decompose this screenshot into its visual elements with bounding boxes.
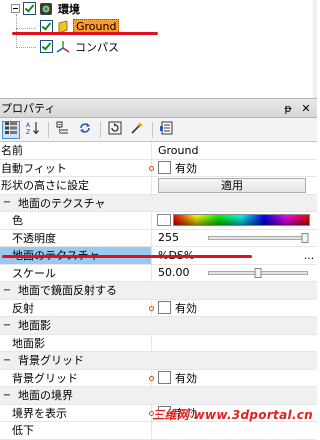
color-spectrum-picker[interactable] — [173, 214, 310, 227]
compass-label: コンパス — [75, 40, 119, 54]
compass-checkbox[interactable] — [40, 40, 53, 53]
collapse-icon[interactable]: − — [2, 285, 12, 296]
slider-value[interactable]: 255 — [158, 231, 208, 244]
property-row-lower[interactable]: 低下 — [0, 422, 317, 440]
reset-icon — [108, 121, 122, 138]
toolbar-separator — [152, 121, 153, 138]
modified-indicator-icon — [149, 375, 154, 381]
compass-axes-icon — [56, 40, 70, 54]
svg-text:Z: Z — [26, 129, 30, 135]
section-title: 地面の境界 — [18, 389, 73, 403]
toolbar-separator — [48, 121, 49, 138]
apply-button[interactable]: 適用 — [158, 177, 306, 193]
scale-slider[interactable] — [208, 267, 308, 278]
alphabetical-icon: AZ — [26, 121, 40, 138]
tree-item-environment[interactable]: 環境 — [11, 0, 82, 17]
apply-button-label: 適用 — [221, 179, 243, 193]
property-row-shadow[interactable]: 地面影 — [0, 334, 317, 352]
section-title: 地面のテクスチャ — [18, 196, 106, 210]
tree-guide-line — [16, 14, 18, 48]
picker-button[interactable] — [128, 121, 146, 139]
property-name: 境界を表示 — [0, 404, 152, 421]
property-name: 低下 — [0, 422, 152, 439]
magic-wand-icon — [130, 121, 144, 138]
autofit-checkbox[interactable] — [158, 161, 171, 175]
property-row-autofit[interactable]: 自動フィット 有効 — [0, 159, 317, 177]
close-icon[interactable]: ✕ — [300, 102, 312, 115]
property-pages-button[interactable] — [158, 121, 176, 139]
color-swatch[interactable] — [157, 214, 171, 227]
section-reflection[interactable]: − 地面で鏡面反射する — [0, 282, 317, 300]
property-row-grid[interactable]: 背景グリッド 有効 — [0, 369, 317, 387]
tree-item-compass[interactable]: コンパス — [40, 38, 121, 55]
property-name: 名前 — [0, 142, 152, 159]
svg-text:A: A — [26, 122, 31, 129]
property-row-opacity[interactable]: 不透明度 255 — [0, 229, 317, 247]
property-name: スケール — [0, 264, 152, 281]
property-name: 背景グリッド — [0, 369, 152, 386]
property-row-color[interactable]: 色 — [0, 212, 317, 230]
property-name: 色 — [0, 212, 152, 229]
opacity-slider[interactable] — [208, 232, 309, 243]
expand-all-icon — [56, 121, 70, 138]
toolbar-separator — [100, 121, 101, 138]
browse-button[interactable]: ... — [303, 249, 315, 262]
tree-scrollbar[interactable] — [313, 0, 317, 98]
property-name: 地面影 — [0, 334, 152, 351]
refresh-button[interactable] — [76, 121, 94, 139]
property-pages-icon — [160, 121, 174, 138]
collapse-icon[interactable]: − — [2, 197, 12, 208]
watermark: 三维网 www.3dportal.cn — [152, 408, 313, 422]
section-title: 地面影 — [18, 319, 51, 333]
modified-indicator-icon — [149, 165, 154, 171]
tree-guide-line — [16, 47, 36, 49]
collapse-icon[interactable]: − — [2, 390, 12, 401]
checkbox-label: 有効 — [175, 161, 197, 175]
collapse-toggle[interactable] — [11, 4, 20, 13]
red-annotation-line — [12, 32, 158, 35]
reset-button[interactable] — [106, 121, 124, 139]
property-row-scale[interactable]: スケール 50.00 — [0, 264, 317, 282]
expand-all-button[interactable] — [54, 121, 72, 139]
panel-title: プロパティ — [1, 102, 56, 115]
categorized-button[interactable] — [2, 120, 20, 139]
slider-thumb[interactable] — [301, 232, 309, 243]
categorized-icon — [5, 122, 17, 137]
tree-guide-line — [16, 28, 36, 30]
slider-thumb[interactable] — [254, 267, 262, 278]
scene-tree: 環境 Ground コンパス — [0, 0, 317, 98]
properties-panel-header: プロパティ ᵽ ✕ — [0, 98, 317, 118]
property-row-reflection[interactable]: 反射 有効 — [0, 299, 317, 317]
grid-checkbox[interactable] — [158, 371, 171, 385]
refresh-icon — [78, 121, 92, 138]
modified-indicator-icon — [149, 305, 154, 311]
property-name: 自動フィット — [0, 159, 152, 176]
collapse-icon[interactable]: − — [2, 355, 12, 366]
checkbox-label: 有効 — [175, 371, 197, 385]
property-grid: 名前 Ground 自動フィット 有効 形状の高さに設定 適用 − 地面のテクス… — [0, 142, 317, 440]
property-row-shape-height: 形状の高さに設定 適用 — [0, 177, 317, 195]
red-annotation-line — [2, 255, 252, 258]
checkbox-label: 有効 — [175, 301, 197, 315]
section-title: 地面で鏡面反射する — [18, 284, 117, 298]
reflection-checkbox[interactable] — [158, 301, 171, 315]
environment-icon — [39, 2, 53, 16]
properties-toolbar: AZ — [0, 118, 317, 142]
section-shadow[interactable]: − 地面影 — [0, 317, 317, 335]
property-name: 不透明度 — [0, 229, 152, 246]
collapse-icon[interactable]: − — [2, 320, 12, 331]
property-name: 反射 — [0, 299, 152, 316]
property-value[interactable]: Ground — [158, 144, 198, 157]
environment-label: 環境 — [58, 2, 80, 16]
environment-checkbox[interactable] — [23, 2, 36, 15]
pin-icon[interactable]: ᵽ — [282, 102, 294, 115]
slider-value[interactable]: 50.00 — [158, 266, 208, 279]
section-ground-texture[interactable]: − 地面のテクスチャ — [0, 194, 317, 212]
section-title: 背景グリッド — [18, 354, 84, 368]
section-background-grid[interactable]: − 背景グリッド — [0, 352, 317, 370]
alphabetical-button[interactable]: AZ — [24, 121, 42, 139]
property-name: 形状の高さに設定 — [0, 177, 152, 194]
property-row-name[interactable]: 名前 Ground — [0, 142, 317, 160]
section-ground-boundary[interactable]: − 地面の境界 — [0, 387, 317, 405]
